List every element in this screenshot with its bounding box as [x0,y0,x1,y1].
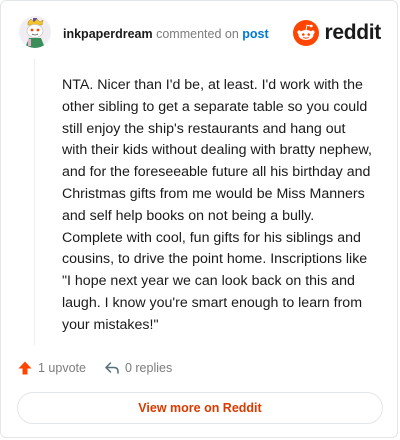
upvote-button[interactable]: 1 upvote [17,360,86,376]
reddit-wordmark: reddit [324,21,381,44]
reply-count: 0 replies [124,361,173,375]
user-avatar[interactable] [19,16,51,48]
author-link[interactable]: inkpaperdream [63,27,153,41]
view-more-button[interactable]: View more on Reddit [17,392,383,424]
reply-arrow-icon [105,362,119,374]
reddit-logo-icon [293,20,320,46]
replies-button[interactable]: 0 replies [104,360,172,376]
comment-embed-card: inkpaperdream commented on post reddit N… [0,0,398,438]
byline-action-text: commented on [156,27,239,41]
upvote-count: 1 upvote [38,361,86,375]
thread-line [34,59,35,345]
reddit-brand-link[interactable]: reddit [293,19,381,47]
upvote-arrow-icon [18,361,32,375]
snoo-avatar-icon [19,16,51,48]
comment-byline: inkpaperdream commented on post [63,26,269,42]
post-link[interactable]: post [242,27,268,41]
comment-header: inkpaperdream commented on post reddit [19,15,381,53]
comment-body: NTA. Nicer than I'd be, at least. I'd wo… [62,77,372,333]
comment-footer: 1 upvote 0 replies [17,357,172,379]
